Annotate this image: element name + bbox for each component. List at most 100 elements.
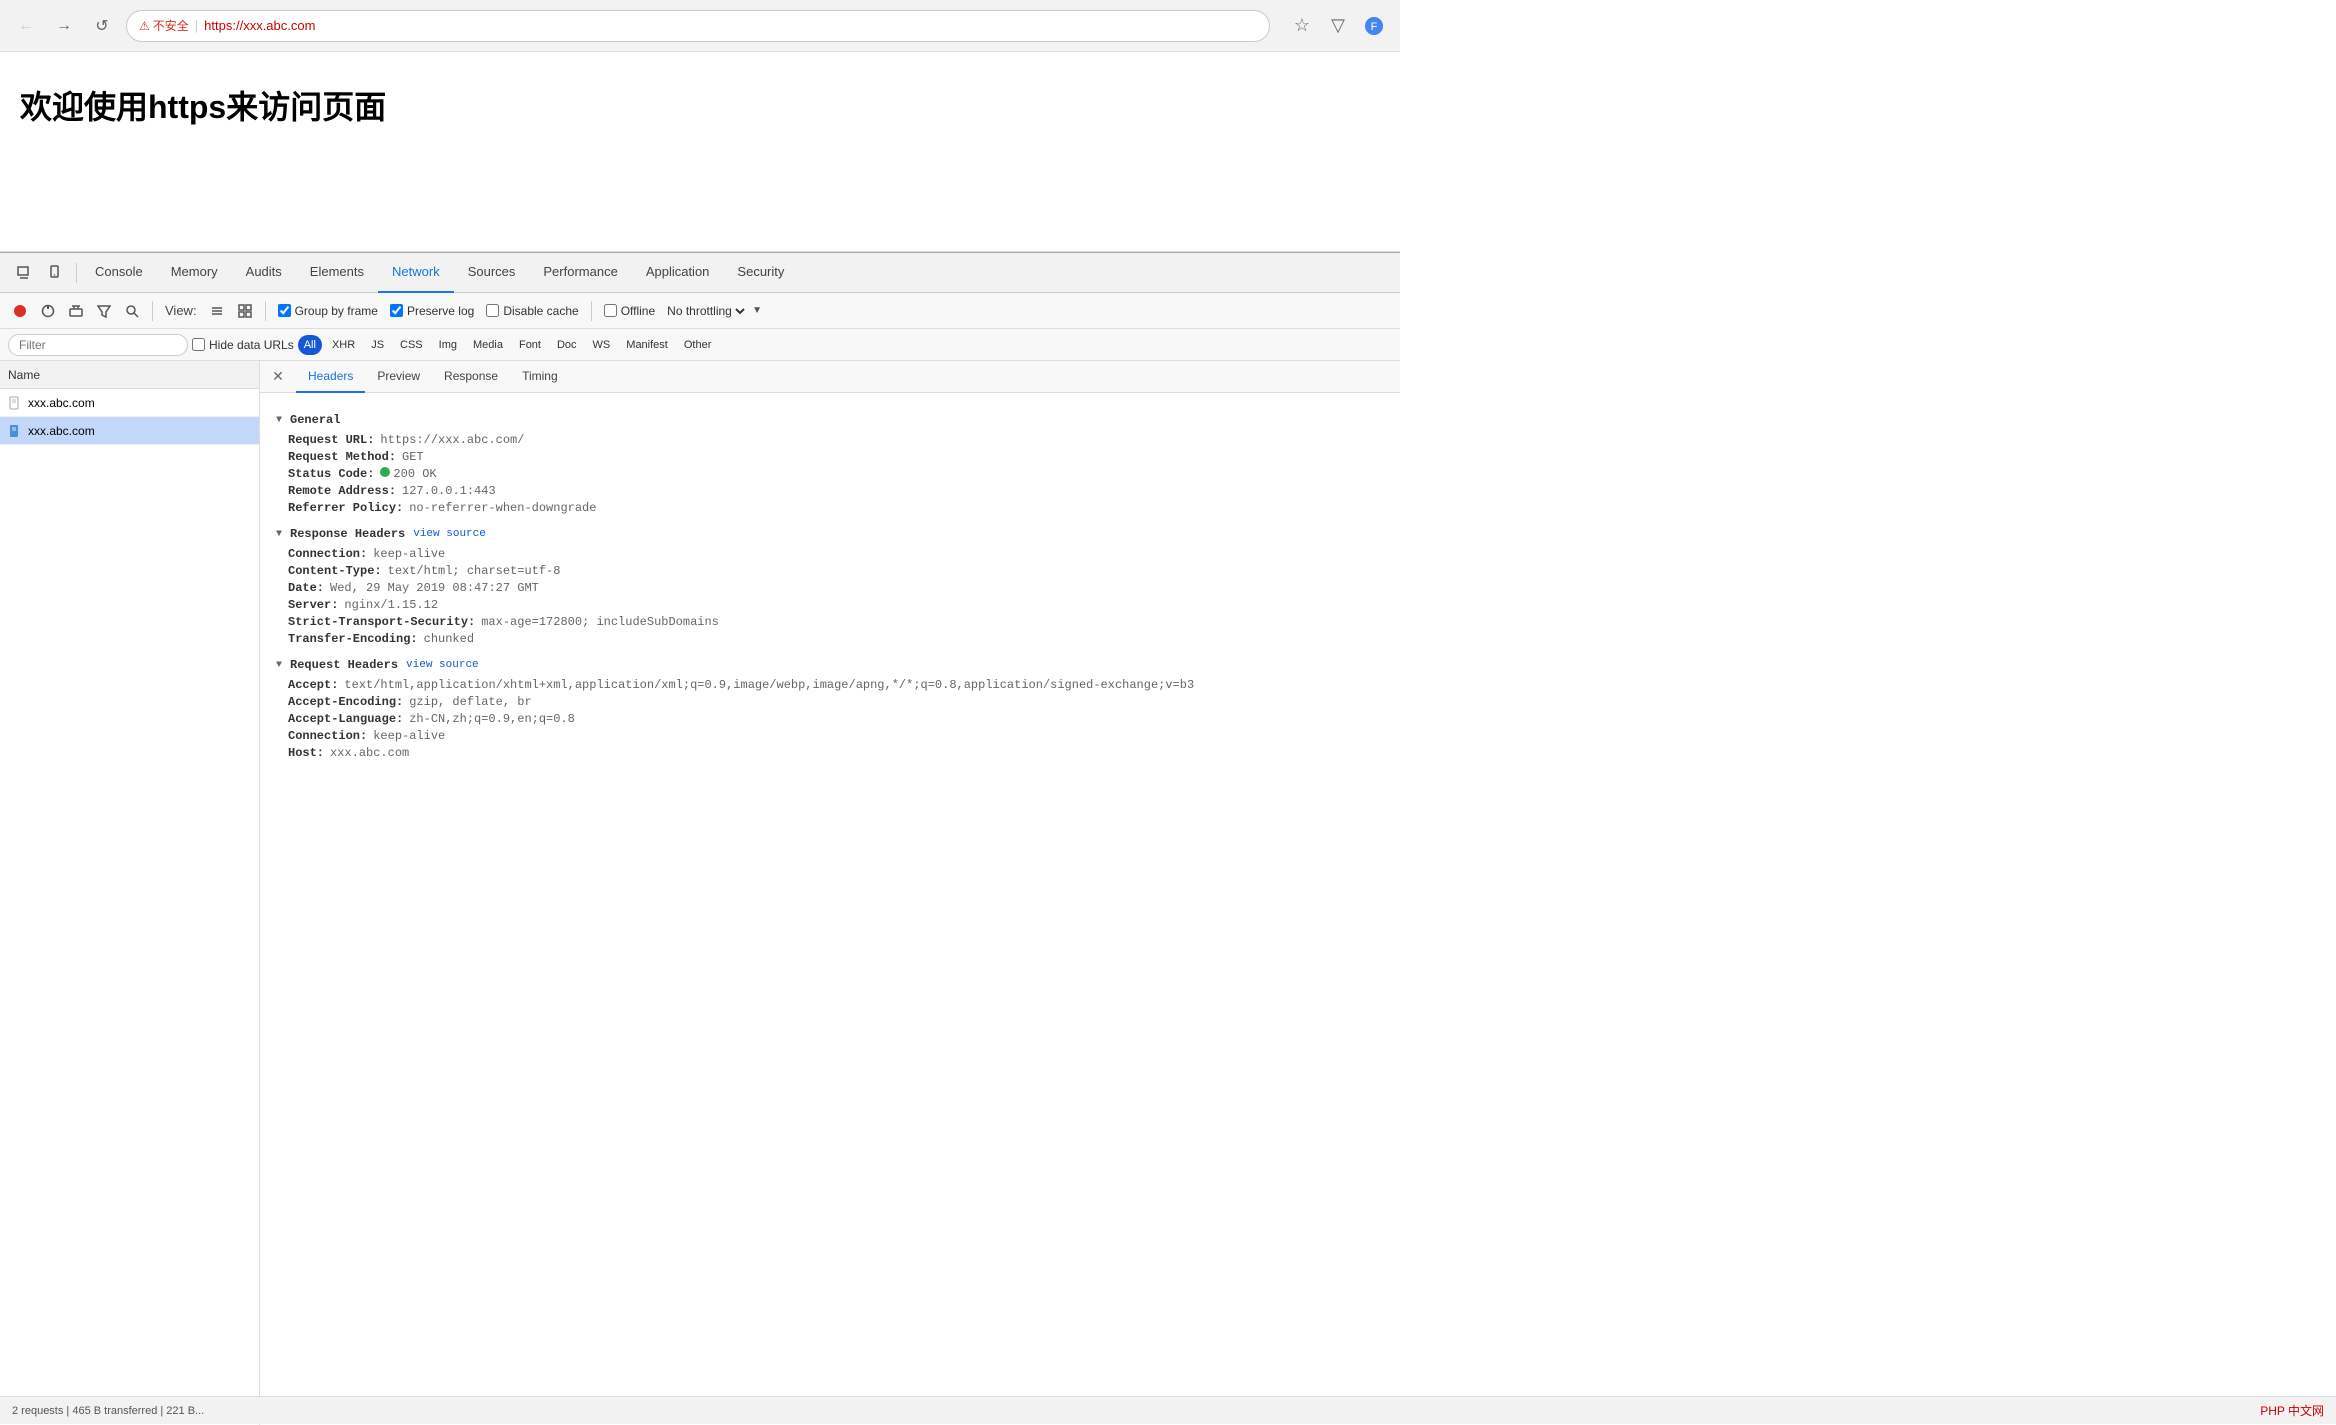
- device-toolbar-button[interactable]: [40, 257, 72, 289]
- list-item[interactable]: xxx.abc.com: [0, 389, 259, 417]
- tab-elements[interactable]: Elements: [296, 253, 378, 293]
- filter-type-all[interactable]: All: [298, 335, 322, 355]
- file-icon-1: [8, 396, 22, 410]
- offline-checkbox[interactable]: [604, 304, 617, 317]
- disable-cache-checkbox[interactable]: [486, 304, 499, 317]
- offline-label[interactable]: Offline: [604, 304, 655, 318]
- bookmark-button[interactable]: ☆: [1288, 12, 1316, 40]
- request-headers-section-header[interactable]: ▼ Request Headers view source: [276, 658, 1384, 672]
- request-headers-view-source[interactable]: view source: [406, 659, 479, 671]
- disable-cache-label[interactable]: Disable cache: [486, 304, 578, 318]
- accept-encoding-value: gzip, deflate, br: [409, 695, 531, 709]
- general-remote-address-row: Remote Address: 127.0.0.1:443: [276, 484, 1384, 498]
- close-detail-button[interactable]: ✕: [268, 367, 288, 387]
- back-button[interactable]: ←: [12, 12, 40, 40]
- detail-tab-bar: ✕ Headers Preview Response Timing: [260, 361, 1400, 393]
- tab-response[interactable]: Response: [432, 361, 510, 393]
- request-url-name: Request URL:: [288, 433, 374, 447]
- accept-language-value: zh-CN,zh;q=0.9,en;q=0.8: [409, 712, 575, 726]
- tab-preview[interactable]: Preview: [365, 361, 432, 393]
- req-connection-name: Connection:: [288, 729, 367, 743]
- file-icon-2: [8, 424, 22, 438]
- request-method-name: Request Method:: [288, 450, 396, 464]
- filter-type-other[interactable]: Other: [678, 335, 718, 355]
- response-date-row: Date: Wed, 29 May 2019 08:47:27 GMT: [276, 581, 1384, 595]
- toolbar-separator-3: [591, 301, 592, 321]
- accept-language-name: Accept-Language:: [288, 712, 403, 726]
- filter-type-manifest[interactable]: Manifest: [620, 335, 674, 355]
- tab-console[interactable]: Console: [81, 253, 157, 293]
- tab-security[interactable]: Security: [723, 253, 798, 293]
- record-button[interactable]: [8, 299, 32, 323]
- reload-button[interactable]: ↺: [88, 12, 116, 40]
- list-item-name-1: xxx.abc.com: [28, 396, 95, 410]
- search-button[interactable]: [120, 299, 144, 323]
- extension-button[interactable]: ▽: [1324, 12, 1352, 40]
- filter-type-css[interactable]: CSS: [394, 335, 429, 355]
- tab-network[interactable]: Network: [378, 253, 454, 293]
- response-headers-view-source[interactable]: view source: [413, 528, 486, 540]
- tab-performance[interactable]: Performance: [529, 253, 631, 293]
- transfer-encoding-value: chunked: [424, 632, 474, 646]
- req-accept-row: Accept: text/html,application/xhtml+xml,…: [276, 678, 1384, 692]
- view-list-button[interactable]: [205, 299, 229, 323]
- referrer-policy-name: Referrer Policy:: [288, 501, 403, 515]
- filter-type-font[interactable]: Font: [513, 335, 547, 355]
- group-by-frame-checkbox[interactable]: [278, 304, 291, 317]
- filter-input[interactable]: [8, 334, 188, 356]
- response-headers-section-header[interactable]: ▼ Response Headers view source: [276, 527, 1384, 541]
- svg-text:F: F: [1371, 21, 1378, 33]
- url-text[interactable]: https://xxx.abc.com: [204, 18, 315, 33]
- group-by-frame-text: Group by frame: [295, 304, 378, 318]
- browser-icons: ☆ ▽ F: [1288, 12, 1388, 40]
- tab-headers[interactable]: Headers: [296, 361, 365, 393]
- detail-panel: ✕ Headers Preview Response Timing ▼: [260, 361, 1400, 1425]
- filter-type-img[interactable]: Img: [433, 335, 463, 355]
- filter-type-xhr[interactable]: XHR: [326, 335, 361, 355]
- sts-value: max-age=172800; includeSubDomains: [481, 615, 719, 629]
- filter-type-ws[interactable]: WS: [587, 335, 617, 355]
- separator: |: [195, 18, 198, 33]
- date-name: Date:: [288, 581, 324, 595]
- profile-button[interactable]: F: [1360, 12, 1388, 40]
- general-triangle: ▼: [276, 415, 282, 426]
- devtools-tab-bar: Console Memory Audits Elements Network S…: [0, 253, 1400, 293]
- filter-type-doc[interactable]: Doc: [551, 335, 583, 355]
- group-by-frame-label[interactable]: Group by frame: [278, 304, 378, 318]
- response-headers-triangle: ▼: [276, 529, 282, 540]
- req-accept-language-row: Accept-Language: zh-CN,zh;q=0.9,en;q=0.8: [276, 712, 1384, 726]
- clear-button[interactable]: [64, 299, 88, 323]
- inspect-element-button[interactable]: [8, 257, 40, 289]
- request-list: Name xxx.abc.com xxx.abc.com: [0, 361, 260, 1425]
- watermark: PHP 中文网: [2260, 1402, 2324, 1419]
- preserve-log-label[interactable]: Preserve log: [390, 304, 474, 318]
- preserve-log-checkbox[interactable]: [390, 304, 403, 317]
- security-text: 不安全: [153, 17, 189, 34]
- filter-button[interactable]: [92, 299, 116, 323]
- hide-data-urls-label[interactable]: Hide data URLs: [192, 338, 294, 352]
- filter-type-js[interactable]: JS: [365, 335, 390, 355]
- response-transfer-encoding-row: Transfer-Encoding: chunked: [276, 632, 1384, 646]
- tab-audits[interactable]: Audits: [232, 253, 296, 293]
- status-code-name: Status Code:: [288, 467, 374, 481]
- accept-value: text/html,application/xhtml+xml,applicat…: [344, 678, 1194, 692]
- tab-sources[interactable]: Sources: [454, 253, 530, 293]
- tab-application[interactable]: Application: [632, 253, 724, 293]
- request-url-value: https://xxx.abc.com/: [380, 433, 524, 447]
- browser-toolbar: ← → ↺ ⚠ 不安全 | https://xxx.abc.com ☆ ▽ F: [0, 0, 1400, 52]
- req-connection-value: keep-alive: [373, 729, 445, 743]
- view-grid-button[interactable]: [233, 299, 257, 323]
- toolbar-separator-2: [265, 301, 266, 321]
- hide-data-urls-checkbox[interactable]: [192, 338, 205, 351]
- general-section-header[interactable]: ▼ General: [276, 413, 1384, 427]
- preserve-log-text: Preserve log: [407, 304, 474, 318]
- list-item[interactable]: xxx.abc.com: [0, 417, 259, 445]
- filter-bar: Hide data URLs All XHR JS CSS Img Media …: [0, 329, 1400, 361]
- forward-button[interactable]: →: [50, 12, 78, 40]
- filter-type-media[interactable]: Media: [467, 335, 509, 355]
- throttle-select[interactable]: No throttling: [663, 303, 748, 319]
- stop-recording-button[interactable]: [36, 299, 60, 323]
- tab-memory[interactable]: Memory: [157, 253, 232, 293]
- req-connection-row: Connection: keep-alive: [276, 729, 1384, 743]
- tab-timing[interactable]: Timing: [510, 361, 570, 393]
